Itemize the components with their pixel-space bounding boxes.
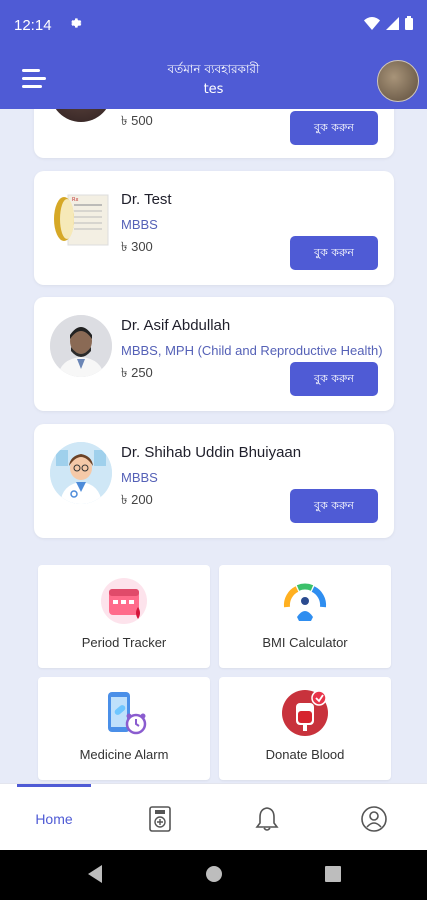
donate-blood-tile[interactable]: Donate Blood bbox=[219, 677, 391, 780]
period-tracker-tile[interactable]: Period Tracker bbox=[38, 565, 210, 668]
calendar-drop-icon bbox=[101, 578, 147, 624]
tool-label: Period Tracker bbox=[81, 635, 167, 650]
bmi-calculator-tile[interactable]: BMI Calculator bbox=[219, 565, 391, 668]
book-button[interactable]: বুক করুন bbox=[290, 489, 378, 523]
book-button[interactable]: বুক করুন bbox=[290, 362, 378, 396]
doctor-name: Dr. Asif Abdullah bbox=[121, 317, 231, 334]
doctor-fee: ৳ 500 bbox=[121, 113, 153, 128]
tab-home[interactable]: Home bbox=[20, 802, 88, 836]
doctor-fee: ৳ 250 bbox=[121, 365, 153, 380]
recents-icon[interactable] bbox=[324, 864, 342, 884]
app-header: 12:14 বর্তমান ব্যবহারকারী tes bbox=[0, 0, 427, 109]
wifi-icon bbox=[364, 16, 380, 34]
medicine-alarm-tile[interactable]: Medicine Alarm bbox=[38, 677, 210, 780]
avatar[interactable] bbox=[377, 60, 419, 102]
phone-pill-alarm-icon bbox=[108, 692, 147, 735]
doctor-photo bbox=[50, 442, 112, 504]
profile-icon bbox=[361, 806, 387, 832]
doctor-card[interactable]: Rx Dr. Test MBBS ৳ 300 বুক করুন bbox=[34, 171, 394, 285]
document-image-icon: Rx bbox=[54, 194, 109, 246]
prescription-icon bbox=[149, 806, 171, 832]
doctor-photo bbox=[50, 315, 112, 377]
header-title: বর্তমান ব্যবহারকারী bbox=[167, 62, 260, 76]
bottom-navigation: Home bbox=[0, 783, 427, 850]
doctor-portrait-icon bbox=[50, 315, 112, 377]
bell-icon bbox=[255, 807, 279, 831]
active-tab-indicator bbox=[17, 784, 91, 787]
doctor-name: Dr. Test bbox=[121, 191, 172, 208]
svg-text:Rx: Rx bbox=[72, 197, 78, 203]
tool-label: Donate Blood bbox=[265, 747, 345, 762]
doctor-degree: MBBS, MPH (Child and Reproductive Health… bbox=[121, 343, 383, 358]
tab-prescriptions[interactable] bbox=[140, 802, 180, 836]
blood-bag-icon bbox=[282, 690, 328, 736]
tool-label: Medicine Alarm bbox=[79, 747, 169, 762]
header-username: tes bbox=[203, 82, 224, 97]
doctor-fee: ৳ 300 bbox=[121, 239, 153, 254]
home-circle-icon[interactable] bbox=[205, 864, 223, 884]
doctor-degree: MBBS bbox=[121, 470, 158, 485]
signal-icon bbox=[386, 16, 399, 34]
doctor-photo: Rx bbox=[50, 189, 112, 251]
back-icon[interactable] bbox=[86, 864, 104, 884]
doctor-fee: ৳ 200 bbox=[121, 492, 153, 507]
bmi-gauge-icon bbox=[283, 583, 327, 621]
doctor-name: Dr. Shihab Uddin Bhuiyaan bbox=[121, 444, 302, 461]
tab-profile[interactable] bbox=[354, 802, 394, 836]
tool-label: BMI Calculator bbox=[262, 635, 348, 650]
settings-icon bbox=[68, 16, 82, 34]
book-button[interactable]: বুক করুন bbox=[290, 111, 378, 145]
doctor-card[interactable]: Dr. Shihab Uddin Bhuiyaan MBBS ৳ 200 বুক… bbox=[34, 424, 394, 538]
tab-home-label: Home bbox=[35, 811, 73, 827]
status-bar: 12:14 bbox=[0, 0, 427, 50]
tab-notifications[interactable] bbox=[247, 802, 287, 836]
doctor-degree: MBBS bbox=[121, 217, 158, 232]
battery-icon bbox=[405, 16, 413, 34]
doctor-card[interactable]: Dr. Asif Abdullah MBBS, MPH (Child and R… bbox=[34, 297, 394, 411]
book-button[interactable]: বুক করুন bbox=[290, 236, 378, 270]
system-navigation-bar bbox=[0, 850, 427, 900]
status-time: 12:14 bbox=[14, 16, 52, 34]
doctor-cartoon-icon bbox=[50, 442, 112, 504]
